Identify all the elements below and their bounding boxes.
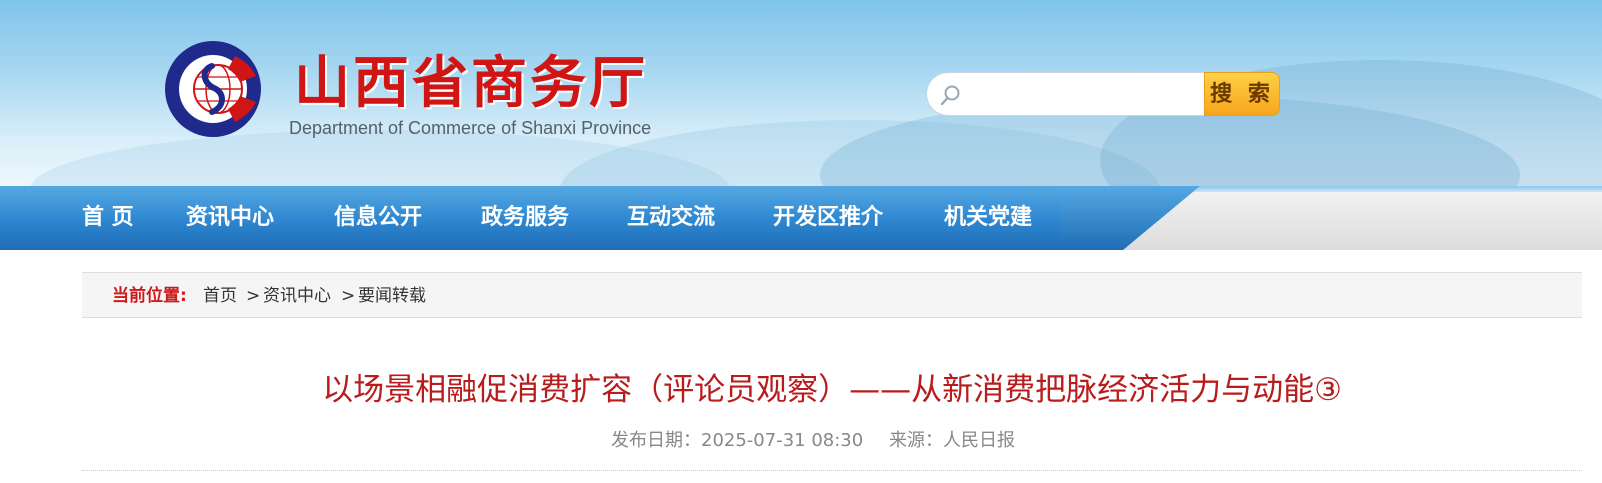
nav-item-dev-zones[interactable]: 开发区推介: [773, 186, 883, 250]
breadcrumb-news-center-link[interactable]: 资讯中心: [263, 273, 331, 319]
breadcrumb-home-link[interactable]: 首页: [203, 273, 237, 319]
divider: [82, 470, 1582, 471]
search-input[interactable]: [967, 79, 1197, 109]
search-box: [926, 72, 1204, 116]
nav-item-party-building[interactable]: 机关党建: [944, 186, 1032, 250]
article-source: 来源：人民日报: [889, 430, 1015, 451]
search-icon: [940, 85, 960, 106]
breadcrumb-separator: >: [246, 286, 261, 306]
article-title: 以场景相融促消费扩容（评论员观察）——从新消费把脉经济活力与动能③: [322, 372, 1342, 408]
nav-edge: [1140, 186, 1602, 192]
publish-date: 发布日期：2025-07-31 08:30: [611, 430, 864, 451]
nav-item-interaction[interactable]: 互动交流: [627, 186, 715, 250]
shanxi-commerce-logo-icon[interactable]: [160, 36, 266, 142]
breadcrumb-reprints-link[interactable]: 要闻转载: [358, 273, 426, 319]
search-button[interactable]: 搜 索: [1204, 72, 1280, 116]
nav-item-home[interactable]: 首 页: [82, 186, 134, 250]
site-subtitle: Department of Commerce of Shanxi Provinc…: [289, 118, 652, 138]
nav-item-gov-services[interactable]: 政务服务: [481, 186, 569, 250]
breadcrumb: 当前位置: 首页 > 资讯中心 > 要闻转载: [82, 272, 1582, 318]
breadcrumb-separator: >: [341, 286, 356, 306]
nav-item-info-disclosure[interactable]: 信息公开: [334, 186, 422, 250]
site-title[interactable]: 山西省商务厅: [294, 38, 648, 119]
breadcrumb-label: 当前位置:: [112, 286, 187, 306]
nav-item-news-center[interactable]: 资讯中心: [186, 186, 274, 250]
